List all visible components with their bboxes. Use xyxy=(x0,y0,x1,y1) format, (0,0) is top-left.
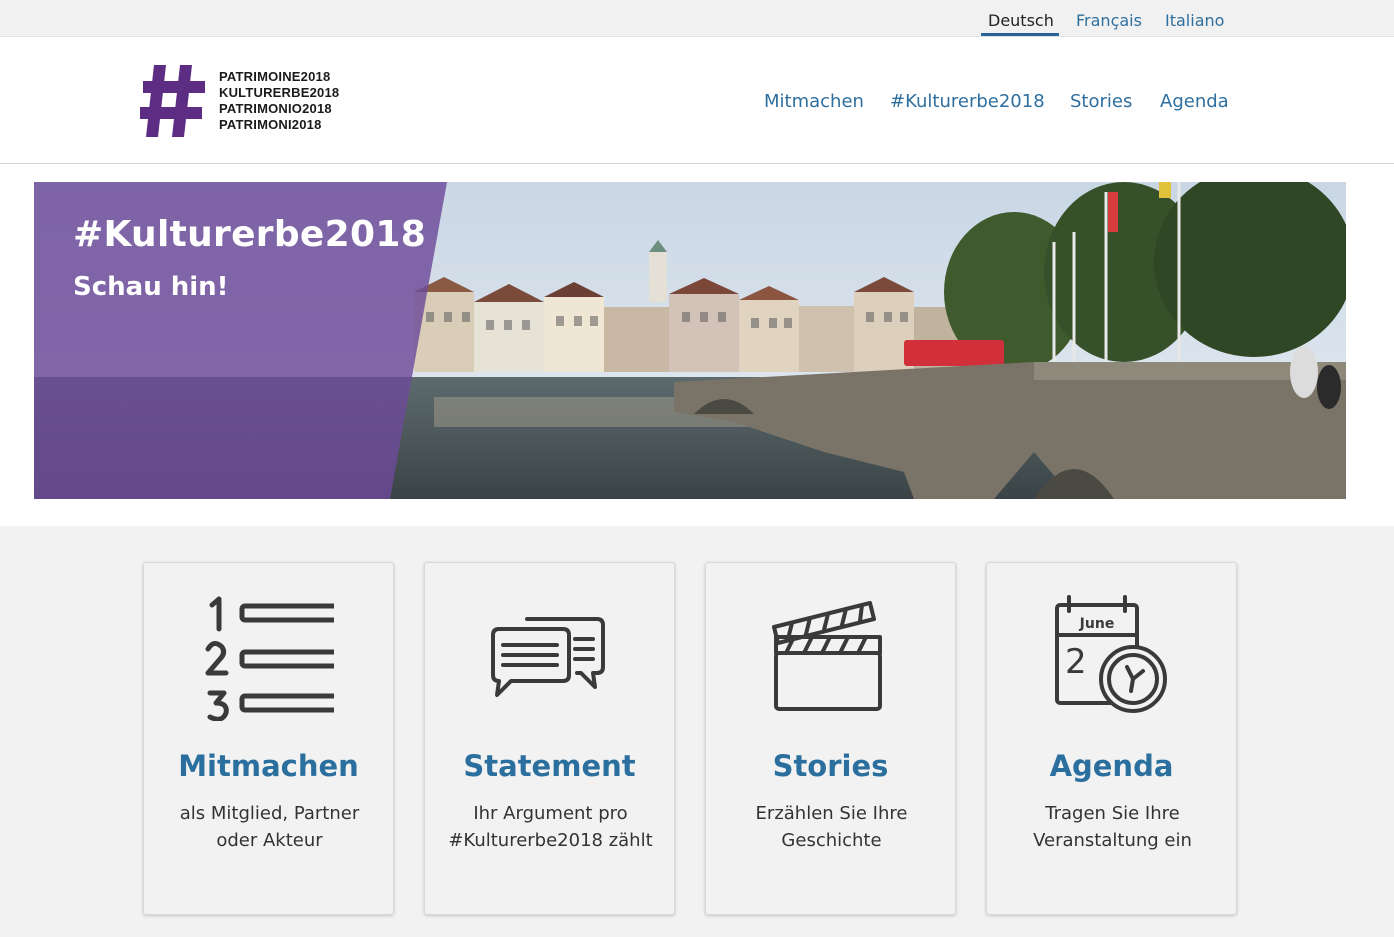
hero-subtitle: Schau hin! xyxy=(73,272,229,302)
hero-banner: #Kulturerbe2018 Schau hin! xyxy=(34,182,1346,499)
site-header: PATRIMOINE2018 KULTURERBE2018 PATRIMONIO… xyxy=(0,37,1394,164)
card-description: Tragen Sie Ihre Veranstaltung ein xyxy=(1033,803,1192,851)
nav-kulturerbe2018[interactable]: #Kulturerbe2018 xyxy=(890,91,1045,112)
logo-line-rm: PATRIMONI2018 xyxy=(219,117,322,132)
logo-wordmark[interactable]: PATRIMOINE2018 KULTURERBE2018 PATRIMONIO… xyxy=(219,69,339,133)
nav-mitmachen[interactable]: Mitmachen xyxy=(764,91,864,112)
logo-line-de: KULTURERBE2018 xyxy=(219,85,340,100)
language-bar: Deutsch Français Italiano xyxy=(0,0,1394,37)
card-description: als Mitglied, Partner oder Akteur xyxy=(179,803,360,851)
nav-stories[interactable]: Stories xyxy=(1070,91,1132,112)
calendar-day-label: 2 xyxy=(1065,642,1087,682)
calendar-month-label: June xyxy=(1078,616,1114,632)
calendar-clock-icon: June 2 xyxy=(1054,595,1167,713)
card-title: Statement xyxy=(463,749,636,783)
lang-deutsch[interactable]: Deutsch xyxy=(988,11,1054,30)
card-title: Stories xyxy=(772,749,889,783)
card-stories[interactable]: Stories Erzählen Sie Ihre Geschichte xyxy=(705,562,956,915)
logo-line-it: PATRIMONIO2018 xyxy=(219,101,332,116)
speech-bubbles-icon xyxy=(490,617,605,697)
lang-francais[interactable]: Français xyxy=(1076,11,1142,30)
hero-title: #Kulturerbe2018 xyxy=(73,214,427,255)
nav-agenda[interactable]: Agenda xyxy=(1160,91,1229,112)
active-language-indicator xyxy=(981,33,1059,36)
card-statement[interactable]: Statement Ihr Argument pro #Kulturerbe20… xyxy=(424,562,675,915)
logo-line-fr: PATRIMOINE2018 xyxy=(219,69,331,84)
hero-section: #Kulturerbe2018 Schau hin! xyxy=(0,164,1394,526)
numbered-list-icon xyxy=(205,596,334,721)
card-description: Ihr Argument pro #Kulturerbe2018 zählt xyxy=(448,803,653,851)
clapperboard-icon xyxy=(771,601,882,711)
card-title: Mitmachen xyxy=(178,749,359,783)
card-mitmachen[interactable]: Mitmachen als Mitglied, Partner oder Akt… xyxy=(143,562,394,915)
card-agenda[interactable]: June 2 Agenda Tragen Sie Ihre Veranstalt… xyxy=(986,562,1237,915)
lang-italiano[interactable]: Italiano xyxy=(1165,11,1224,30)
hashtag-logo-icon[interactable] xyxy=(140,61,210,141)
card-description: Erzählen Sie Ihre Geschichte xyxy=(755,803,908,851)
card-title: Agenda xyxy=(1049,749,1174,783)
